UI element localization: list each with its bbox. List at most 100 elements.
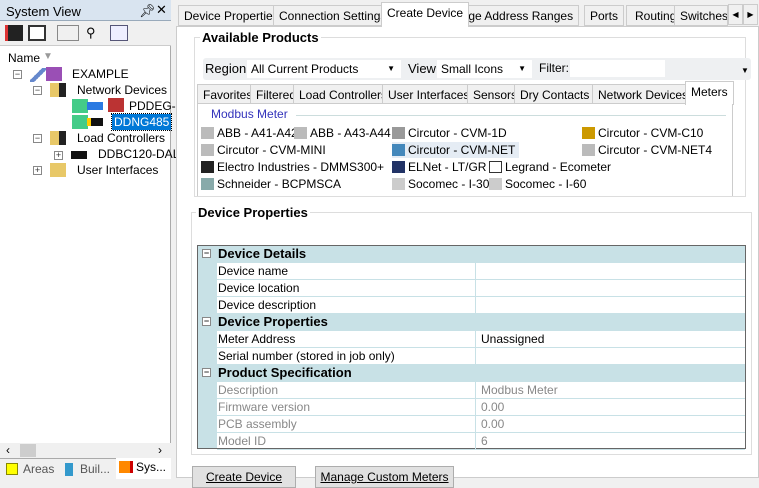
product-item[interactable]: Electro Industries - DMMS300+ xyxy=(201,159,384,175)
device-icon xyxy=(87,118,103,126)
tree-item-ddbc120[interactable]: DDBC120-DALI xyxy=(98,146,183,162)
meter-icon xyxy=(201,144,214,156)
create-device-page: Available Products Region: All Current P… xyxy=(176,26,759,488)
subtab-dry-contacts[interactable]: Dry Contacts xyxy=(514,84,596,104)
meter-icon xyxy=(201,127,214,139)
property-row[interactable]: Device location xyxy=(198,280,745,297)
product-item[interactable]: Circutor - CVM-MINI xyxy=(201,142,326,158)
manage-custom-meters-button[interactable]: Manage Custom Meters xyxy=(315,466,454,488)
tree-item-user-interfaces[interactable]: User Interfaces xyxy=(77,162,158,178)
meter-icon xyxy=(294,127,307,139)
connect-icon xyxy=(72,99,88,113)
columns-dropdown-icon[interactable] xyxy=(57,25,79,41)
tab-switches[interactable]: Switches xyxy=(674,5,728,26)
property-row[interactable]: Device description xyxy=(198,297,745,314)
add-device-icon[interactable] xyxy=(28,25,46,41)
property-row[interactable]: Model ID 6 xyxy=(198,433,745,450)
tree-item-ddng485[interactable]: DDNG485 xyxy=(110,113,173,131)
find-icon[interactable]: ⚲ xyxy=(86,25,104,41)
toolbar: ⚲ xyxy=(0,21,171,46)
close-icon[interactable]: ✕ xyxy=(156,2,167,18)
folder-icon xyxy=(50,131,66,145)
region-select[interactable]: All Current Products ▼ xyxy=(247,60,401,78)
product-item[interactable]: Circutor - CVM-C10 xyxy=(582,125,703,141)
meter-icon xyxy=(392,178,405,190)
tab-ports[interactable]: Ports xyxy=(584,5,625,26)
product-item[interactable]: Socomec - I-30 xyxy=(392,176,489,192)
product-item[interactable]: ABB - A41-A42 xyxy=(201,125,298,141)
property-row[interactable]: Meter Address Unassigned xyxy=(198,331,745,348)
tab-scroll-left-icon[interactable]: ◀ xyxy=(728,4,743,25)
tab-connection-settings[interactable]: Connection Settings xyxy=(273,5,393,26)
scroll-left-icon[interactable]: ‹ xyxy=(6,443,10,457)
meter-icon xyxy=(582,127,595,139)
meter-icon xyxy=(201,178,214,190)
collapse-icon[interactable]: − xyxy=(13,70,22,79)
connect-icon xyxy=(72,115,88,129)
link-icon xyxy=(30,68,46,82)
horizontal-scrollbar[interactable]: ‹ › xyxy=(0,443,171,458)
expand-icon[interactable]: + xyxy=(54,151,63,160)
meter-icon xyxy=(392,161,405,173)
meter-icon xyxy=(489,161,502,173)
property-row[interactable]: Firmware version 0.00 xyxy=(198,399,745,416)
property-row[interactable]: PCB assembly 0.00 xyxy=(198,416,745,433)
device-icon xyxy=(87,102,103,110)
collapse-icon[interactable]: − xyxy=(202,249,211,258)
main-panel: Device Properties Connection Settings Br… xyxy=(176,2,759,488)
meter-icon xyxy=(392,144,405,156)
create-device-button[interactable]: Create Device xyxy=(192,466,296,488)
filter-input[interactable] xyxy=(570,60,665,77)
property-grid: − Device Details Device name Device locat… xyxy=(197,245,746,450)
tree-item-example[interactable]: EXAMPLE xyxy=(72,66,129,82)
view-select[interactable]: Small Icons ▼ xyxy=(437,60,532,78)
property-row[interactable]: Device name xyxy=(198,263,745,280)
chevron-down-icon: ▼ xyxy=(518,64,526,73)
category-row[interactable]: − Product Specification xyxy=(198,365,745,382)
folder-icon xyxy=(50,163,66,177)
device-icon xyxy=(71,151,87,159)
group-title: Device Properties xyxy=(196,205,310,220)
available-products-group: Available Products Region: All Current P… xyxy=(194,30,751,197)
category-row[interactable]: − Device Properties xyxy=(198,314,745,331)
scroll-right-icon[interactable]: › xyxy=(158,443,162,457)
add-load-icon[interactable] xyxy=(5,25,23,41)
product-item[interactable]: Circutor - CVM-1D xyxy=(392,125,507,141)
property-row[interactable]: Serial number (stored in job only) xyxy=(198,348,745,365)
collapse-icon[interactable]: − xyxy=(33,86,42,95)
product-item[interactable]: Circutor - CVM-NET xyxy=(392,142,520,158)
divider xyxy=(296,115,726,116)
category-row[interactable]: − Device Details xyxy=(198,246,745,263)
product-item[interactable]: ABB - A43-A44 xyxy=(294,125,391,141)
tab-buildings[interactable]: Buil... xyxy=(60,460,110,478)
bottom-tabs: Areas Buil... Sys... xyxy=(0,458,171,479)
scroll-thumb[interactable] xyxy=(20,444,36,457)
tab-create-device[interactable]: Create Device xyxy=(381,2,470,27)
collapse-icon[interactable]: − xyxy=(202,317,211,326)
subtab-user-interfaces[interactable]: User Interfaces xyxy=(382,84,476,104)
subtab-network-devices[interactable]: Network Devices xyxy=(592,84,695,104)
product-item[interactable]: Circutor - CVM-NET4 xyxy=(582,142,712,158)
product-item[interactable]: Socomec - I-60 xyxy=(489,176,586,192)
report-icon[interactable] xyxy=(110,25,128,41)
name-column-header[interactable]: Name xyxy=(8,51,40,65)
subtab-load-controllers[interactable]: Load Controllers xyxy=(293,84,394,104)
tab-areas[interactable]: Areas xyxy=(3,460,54,478)
clock-icon xyxy=(108,98,124,112)
panel-title: System View 📌︎ ✕ xyxy=(0,0,171,21)
subtab-meters[interactable]: Meters xyxy=(685,81,734,105)
tab-system[interactable]: Sys... xyxy=(116,458,171,479)
product-item[interactable]: Legrand - Ecometer xyxy=(489,159,611,175)
tree-item-load-controllers[interactable]: Load Controllers xyxy=(77,130,165,146)
collapse-icon[interactable]: − xyxy=(33,134,42,143)
product-item[interactable]: Schneider - BCPMSCA xyxy=(201,176,341,192)
collapse-icon[interactable]: − xyxy=(202,368,211,377)
pin-icon[interactable]: 📌︎ xyxy=(139,3,156,19)
overflow-icon[interactable]: ▼ xyxy=(741,66,749,75)
tab-scroll-right-icon[interactable]: ▶ xyxy=(743,4,758,25)
product-item[interactable]: ELNet - LT/GR xyxy=(392,159,486,175)
tab-device-properties[interactable]: Device Properties xyxy=(178,5,285,26)
tree-item-network-devices[interactable]: Network Devices xyxy=(77,82,167,98)
property-row[interactable]: Description Modbus Meter xyxy=(198,382,745,399)
expand-icon[interactable]: + xyxy=(33,166,42,175)
